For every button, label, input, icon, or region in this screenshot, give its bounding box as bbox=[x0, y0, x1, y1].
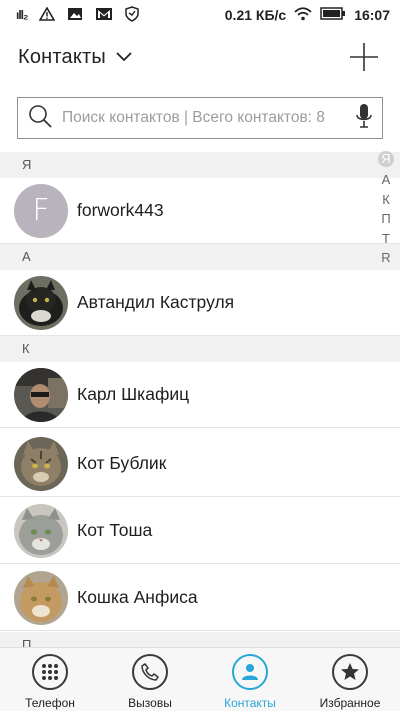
nav-contacts[interactable]: Контакты bbox=[200, 648, 300, 711]
section-header: Я bbox=[0, 152, 400, 178]
shield-icon bbox=[125, 5, 140, 25]
contact-name: Кот Бублик bbox=[77, 453, 167, 473]
clock: 16:07 bbox=[354, 7, 390, 23]
star-icon bbox=[332, 654, 368, 690]
contact-name: Карл Шкафиц bbox=[77, 384, 190, 404]
contact-row[interactable]: Кот Бублик bbox=[0, 431, 400, 497]
avatar: F bbox=[14, 183, 68, 238]
contact-row[interactable]: Кот Тоша bbox=[0, 498, 400, 564]
nav-label: Вызовы bbox=[128, 696, 172, 710]
nav-favorites[interactable]: Избранное bbox=[300, 648, 400, 711]
image-icon bbox=[67, 7, 83, 24]
add-contact-button[interactable] bbox=[346, 39, 382, 75]
signal-icon: ıll₂ bbox=[16, 8, 28, 22]
contact-row[interactable]: F forwork443 bbox=[0, 178, 400, 244]
chevron-down-icon[interactable] bbox=[116, 52, 132, 62]
person-icon bbox=[232, 654, 268, 690]
search-icon bbox=[28, 104, 52, 133]
avatar bbox=[14, 570, 68, 625]
index-letter[interactable]: Я bbox=[378, 151, 394, 167]
app-header: Контакты bbox=[0, 30, 400, 84]
gmail-icon bbox=[95, 7, 113, 24]
dialpad-icon bbox=[32, 654, 68, 690]
contact-name: Кошка Анфиса bbox=[77, 587, 198, 607]
contact-row[interactable]: Автандил Каструля bbox=[0, 270, 400, 336]
contact-name: Автандил Каструля bbox=[77, 292, 235, 312]
wifi-icon bbox=[294, 6, 312, 24]
plus-icon bbox=[350, 43, 378, 71]
index-letter[interactable]: П bbox=[381, 209, 390, 229]
nav-label: Контакты bbox=[224, 696, 276, 710]
search-box[interactable] bbox=[17, 97, 383, 139]
contact-name: Кот Тоша bbox=[77, 520, 153, 540]
warning-icon bbox=[38, 5, 56, 24]
battery-icon bbox=[320, 7, 346, 23]
index-letter[interactable]: К bbox=[382, 190, 390, 210]
phone-icon bbox=[132, 654, 168, 690]
bottom-navigation: Телефон Вызовы Контакты Избранное bbox=[0, 647, 400, 711]
nav-label: Избранное bbox=[319, 696, 381, 710]
index-letter[interactable]: А bbox=[382, 170, 391, 190]
section-header: А bbox=[0, 244, 400, 270]
index-letter[interactable]: Т bbox=[382, 229, 390, 249]
contact-row[interactable]: Карл Шкафиц bbox=[0, 362, 400, 428]
contact-name: forwork443 bbox=[77, 200, 164, 220]
contact-row[interactable]: Кошка Анфиса bbox=[0, 565, 400, 631]
nav-label: Телефон bbox=[25, 696, 75, 710]
nav-phone[interactable]: Телефон bbox=[0, 648, 100, 711]
network-speed: 0.21 КБ/с bbox=[224, 7, 287, 23]
avatar bbox=[14, 367, 68, 422]
status-bar: ıll₂ 0.21 КБ/с 16:07 bbox=[0, 0, 400, 30]
search-input[interactable] bbox=[62, 109, 356, 127]
avatar bbox=[14, 436, 68, 491]
avatar bbox=[14, 503, 68, 558]
alphabet-index[interactable]: Я А К П Т R bbox=[376, 150, 396, 268]
nav-calls[interactable]: Вызовы bbox=[100, 648, 200, 711]
avatar bbox=[14, 275, 68, 330]
section-header: К bbox=[0, 336, 400, 362]
microphone-icon[interactable] bbox=[356, 103, 372, 134]
page-title[interactable]: Контакты bbox=[18, 46, 106, 69]
index-letter[interactable]: R bbox=[381, 248, 390, 268]
